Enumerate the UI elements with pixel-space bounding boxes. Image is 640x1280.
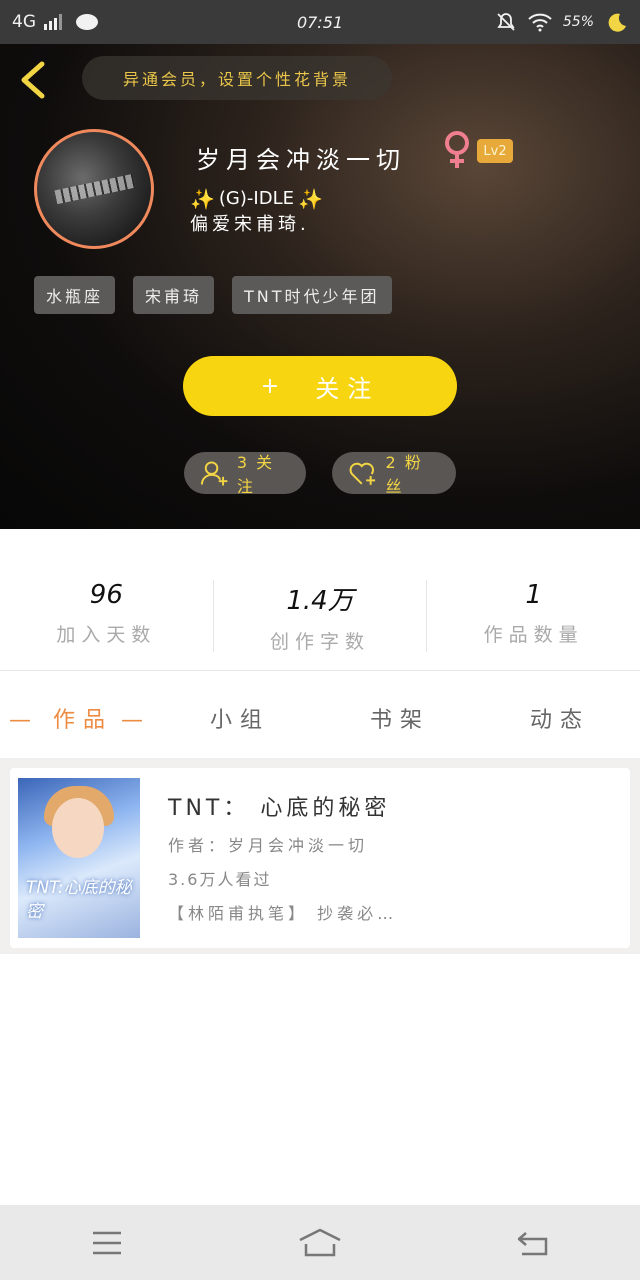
tag-item[interactable]: 宋甫琦 [133, 276, 215, 314]
nickname: 岁月会冲淡一切 [196, 146, 406, 174]
tag-item[interactable]: TNT时代少年团 [232, 276, 392, 314]
tag-list: 水瓶座 宋甫琦 TNT时代少年团 [34, 276, 392, 314]
stat-label: 作品数量 [483, 624, 584, 646]
home-button[interactable] [290, 1223, 350, 1263]
tab-activity[interactable]: 动态 [480, 702, 640, 734]
work-views: 3.6万人看过 [168, 870, 272, 889]
work-excerpt: 【林陌甫执笔】 抄袭必… [168, 904, 398, 923]
cover-title: TNT:心底的秘密 [26, 878, 132, 922]
work-author: 作者：岁月会冲淡一切 [168, 836, 369, 855]
tab-bookshelf[interactable]: 书架 [320, 702, 480, 734]
stat-value: 1.4万 [286, 586, 354, 616]
sparkle-icon: ✨ [297, 187, 323, 211]
status-left: 4G [12, 12, 212, 32]
bio-text-1: (G)-IDLE [218, 188, 294, 209]
work-card[interactable]: TNT:心底的秘密 TNT： 心底的秘密 作者：岁月会冲淡一切 3.6万人看过 … [10, 768, 630, 948]
tab-groups[interactable]: 小组 [160, 702, 320, 734]
bio-line-1: ✨ (G)-IDLE ✨ [190, 186, 323, 212]
bio: ✨ (G)-IDLE ✨ 偏爱宋甫琦. [190, 186, 323, 238]
return-icon [518, 1231, 548, 1255]
profile-header: 异通会员，设置个性花背景 岁月会冲淡一切 Lv2 ✨ (G)-IDLE ✨ 偏爱… [0, 44, 640, 529]
stat-value: 1 [525, 580, 542, 610]
divider [0, 670, 640, 671]
following-count: 3 关注 [236, 453, 275, 496]
tab-works[interactable]: 作品 [0, 702, 160, 734]
following-button[interactable]: 3 关注 [184, 452, 306, 496]
network-type: 4G [12, 12, 36, 32]
add-user-icon [200, 461, 228, 486]
fans-button[interactable]: 2 粉丝 [332, 452, 456, 496]
status-bar: 4G 07:51 55% [0, 0, 640, 44]
profile-stats: 96 加入天数 1.4万 创作字数 1 作品数量 [0, 580, 640, 653]
stat-join-days: 96 加入天数 [0, 580, 213, 652]
stat-works-count: 1 作品数量 [426, 580, 640, 652]
work-title: TNT： 心底的秘密 [168, 796, 391, 821]
female-icon [445, 131, 469, 168]
signal-icon [44, 14, 62, 30]
menu-icon [92, 1231, 121, 1254]
wifi-icon [528, 13, 552, 32]
work-cover[interactable]: TNT:心底的秘密 [18, 778, 140, 938]
stat-word-count: 1.4万 创作字数 [212, 580, 427, 653]
avatar-image [54, 173, 136, 205]
stat-label: 创作字数 [270, 631, 371, 653]
bio-line-2: 偏爱宋甫琦. [190, 214, 310, 235]
mute-bell-icon [497, 13, 515, 31]
plus-icon: + [260, 373, 288, 399]
back-button[interactable] [503, 1223, 563, 1263]
follow-label: 关注 [315, 374, 380, 403]
sparkle-icon: ✨ [190, 187, 215, 211]
system-nav-bar [0, 1205, 640, 1280]
profile-tabs: 作品 小组 书架 动态 [0, 690, 640, 746]
stat-label: 加入天数 [56, 624, 157, 646]
work-info: TNT： 心底的秘密 作者：岁月会冲淡一切 3.6万人看过 【林陌甫执笔】 抄袭… [168, 790, 608, 924]
stat-value: 96 [89, 580, 123, 610]
battery-level: 55% [562, 14, 594, 30]
back-arrow-icon[interactable] [14, 58, 54, 102]
night-mode-icon [608, 13, 626, 32]
fans-count: 2 粉丝 [385, 453, 423, 496]
level-badge: Lv2 [477, 139, 513, 163]
message-notification-icon [76, 14, 98, 30]
follow-button[interactable]: + 关注 [183, 356, 457, 416]
home-icon [299, 1228, 341, 1256]
vip-background-hint[interactable]: 异通会员，设置个性花背景 [82, 56, 392, 100]
heart-plus-icon [349, 462, 376, 485]
avatar[interactable] [34, 129, 154, 249]
tag-item[interactable]: 水瓶座 [34, 276, 116, 314]
status-time: 07:51 [296, 12, 344, 32]
cover-figure-face [52, 798, 104, 858]
menu-button[interactable] [77, 1223, 137, 1263]
status-right: 55% [428, 10, 628, 34]
